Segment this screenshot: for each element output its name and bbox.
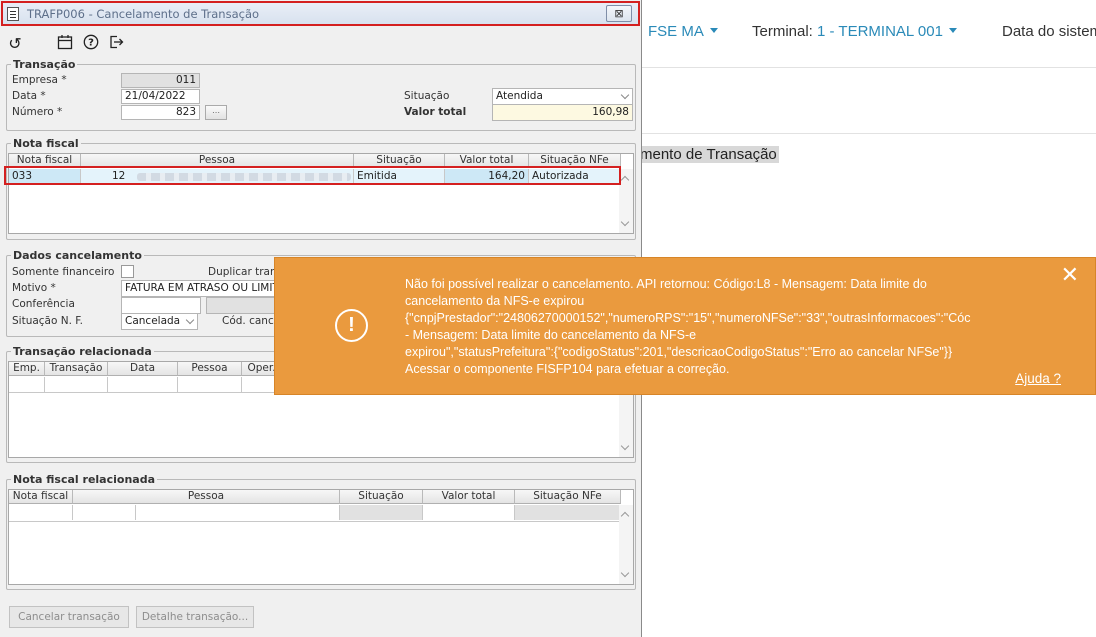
column-header[interactable]: Situação NFe	[515, 490, 621, 504]
chevron-down-icon	[185, 315, 195, 325]
data-label: Data *	[12, 90, 46, 102]
table-row[interactable]	[9, 505, 621, 522]
dialog-title-bar[interactable]: TRAFP006 - Cancelamento de Transação ⊠	[1, 1, 640, 26]
empresa-field[interactable]: 011	[121, 73, 200, 88]
column-header[interactable]: Nota fiscal	[9, 490, 73, 504]
table-cell	[9, 505, 73, 520]
situacao-value: Atendida	[496, 90, 543, 102]
column-header[interactable]: Valor total	[423, 490, 515, 504]
page-title: mento de Transação	[640, 146, 779, 163]
situacao-nf-value: Cancelada	[125, 315, 181, 327]
dados-cancelamento-legend: Dados cancelamento	[13, 249, 142, 262]
table-cell	[108, 377, 178, 392]
document-icon	[7, 7, 19, 21]
situacao-select[interactable]: Atendida	[492, 88, 633, 105]
scroll-up-icon[interactable]	[620, 511, 630, 521]
conferencia-desc-field	[206, 297, 281, 314]
table-cell	[423, 505, 515, 520]
system-date-label: Data do sistema	[1002, 23, 1096, 40]
duplicar-label: Duplicar trans	[208, 266, 283, 278]
cancelar-transacao-button[interactable]: Cancelar transação	[9, 606, 129, 628]
nav-menu-fse[interactable]: FSE MA	[648, 23, 718, 40]
nota-fiscal-relacionada-scrollbar[interactable]	[619, 505, 633, 584]
highlight-box	[4, 166, 621, 185]
dialog-close-button[interactable]: ⊠	[606, 5, 632, 22]
dialog-toolbar: ↺ ?	[0, 30, 640, 58]
situacao-nf-label: Situação N. F.	[12, 315, 83, 327]
nota-fiscal-relacionada-table: Nota fiscal Pessoa Situação Valor total …	[8, 489, 634, 585]
table-cell	[9, 377, 45, 392]
data-field[interactable]: 21/04/2022	[121, 89, 200, 104]
empresa-label: Empresa *	[12, 74, 67, 86]
table-cell	[340, 505, 423, 520]
column-header[interactable]: Emp.	[9, 362, 45, 376]
warning-icon: !	[335, 309, 368, 342]
table-cell	[136, 505, 340, 520]
dialog-title: TRAFP006 - Cancelamento de Transação	[27, 7, 260, 21]
terminal-value: 1 - TERMINAL 001	[817, 23, 943, 40]
search-transaction-button[interactable]: ⋯	[205, 105, 227, 120]
somente-financeiro-checkbox[interactable]	[121, 265, 134, 278]
conferencia-label: Conferência	[12, 298, 75, 310]
terminal-label: Terminal:	[752, 23, 813, 40]
undo-icon[interactable]: ↺	[5, 34, 25, 54]
cod-canc-label: Cód. canc.	[222, 315, 278, 327]
column-header[interactable]: Transação	[45, 362, 108, 376]
toast-message: Não foi possível realizar o cancelamento…	[405, 277, 971, 376]
column-header[interactable]: Pessoa	[178, 362, 242, 376]
nota-fiscal-legend: Nota fiscal	[13, 137, 79, 150]
numero-label: Número *	[12, 106, 63, 118]
error-toast: ! Não foi possível realizar o cancelamen…	[274, 257, 1096, 395]
nota-fiscal-scrollbar[interactable]	[619, 169, 633, 233]
app-top-bar: FSE MA Terminal: 1 - TERMINAL 001 Data d…	[640, 0, 1096, 68]
column-header[interactable]: Situação	[340, 490, 423, 504]
scroll-down-icon[interactable]	[620, 441, 630, 451]
chevron-down-icon	[620, 90, 630, 100]
toast-close-button[interactable]: ✕	[1061, 264, 1079, 286]
motivo-field[interactable]: FATURA EM ATRASO OU LIMITE	[121, 280, 281, 297]
column-header[interactable]: Data	[108, 362, 178, 376]
chevron-down-icon	[709, 27, 718, 33]
valor-total-field: 160,98	[492, 104, 633, 121]
transacao-legend: Transação	[13, 58, 76, 71]
transacao-relacionada-legend: Transação relacionada	[13, 345, 152, 358]
table-cell	[178, 377, 242, 392]
column-header[interactable]: Pessoa	[73, 490, 340, 504]
calendar-icon[interactable]	[55, 34, 75, 54]
toast-help-link[interactable]: Ajuda ?	[1015, 371, 1061, 386]
motivo-label: Motivo *	[12, 282, 56, 294]
table-cell	[73, 505, 136, 520]
conferencia-field[interactable]	[121, 297, 201, 314]
scroll-down-icon[interactable]	[620, 568, 630, 578]
situacao-label: Situação	[404, 90, 450, 102]
somente-financeiro-label: Somente financeiro	[12, 266, 115, 278]
header-divider	[640, 133, 1096, 134]
valor-total-label: Valor total	[404, 106, 467, 118]
scroll-up-icon[interactable]	[620, 175, 630, 185]
nota-fiscal-relacionada-legend: Nota fiscal relacionada	[13, 473, 155, 486]
situacao-nf-select[interactable]: Cancelada	[121, 313, 198, 330]
nav-menu-fse-label: FSE MA	[648, 23, 704, 40]
detalhe-transacao-button[interactable]: Detalhe transação...	[136, 606, 254, 628]
scroll-down-icon[interactable]	[620, 217, 630, 227]
table-cell	[515, 505, 621, 520]
chevron-down-icon	[948, 27, 957, 33]
numero-field[interactable]: 823	[121, 105, 200, 120]
table-row[interactable]	[9, 377, 282, 393]
exit-icon[interactable]	[106, 34, 126, 54]
terminal-selector[interactable]: Terminal: 1 - TERMINAL 001	[752, 23, 957, 40]
help-icon[interactable]: ?	[81, 34, 101, 54]
svg-text:?: ?	[88, 38, 94, 49]
table-cell	[45, 377, 108, 392]
